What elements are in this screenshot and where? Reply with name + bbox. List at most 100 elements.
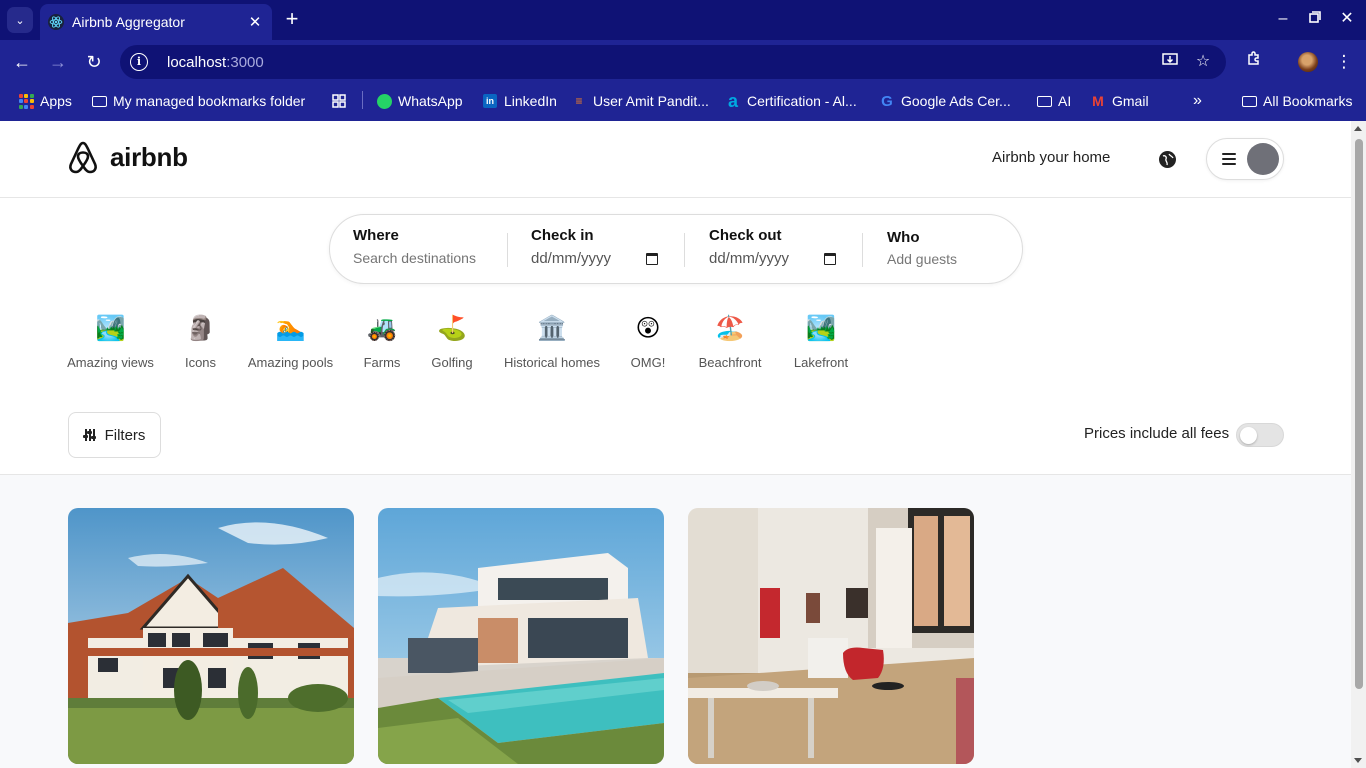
back-icon[interactable]: ← <box>10 51 34 75</box>
linkedin-icon: in <box>482 93 498 109</box>
avatar <box>1247 143 1279 175</box>
site-header: airbnb Airbnb your home <box>0 121 1351 198</box>
golf-flag-icon: ⛳ <box>437 315 467 342</box>
tab-search-button[interactable]: ⌄ <box>7 7 33 33</box>
bookmark-certification[interactable]: a Certification - Al... <box>725 90 857 112</box>
address-bar[interactable]: i localhost:3000 ☆ <box>120 45 1226 79</box>
bookmark-tab-groups[interactable] <box>331 90 353 112</box>
browser-toolbar: ← → ↻ i localhost:3000 ☆ ⋮ <box>0 40 1366 84</box>
new-tab-button[interactable]: + <box>280 8 304 32</box>
install-app-icon[interactable] <box>1160 52 1180 72</box>
folder-icon <box>1036 93 1052 109</box>
category-label: Beachfront <box>698 355 762 370</box>
calendar-icon[interactable] <box>824 252 836 265</box>
tab-title: Airbnb Aggregator <box>72 14 185 30</box>
scroll-down-icon[interactable] <box>1354 758 1362 763</box>
apps-grid-icon <box>18 93 34 109</box>
who-label: Who <box>887 229 920 246</box>
page-scrollbar[interactable] <box>1351 121 1366 768</box>
airbnb-logo[interactable]: airbnb <box>68 141 188 174</box>
bookmark-label: Gmail <box>1112 93 1149 109</box>
checkout-date-input[interactable]: dd/mm/yyyy <box>709 250 836 267</box>
stackoverflow-icon: ≡ <box>575 94 583 108</box>
close-window-icon[interactable]: ✕ <box>1336 8 1358 30</box>
bookmark-label: All Bookmarks <box>1263 93 1353 109</box>
category-label: Amazing views <box>67 355 154 370</box>
category-beachfront[interactable]: 🏖️ Beachfront <box>696 311 764 370</box>
prices-include-fees-toggle[interactable] <box>1236 423 1284 447</box>
astonished-face-icon: 😲 <box>635 315 661 342</box>
extensions-icon[interactable] <box>1243 51 1265 73</box>
category-amazing-pools[interactable]: 🏊 Amazing pools <box>246 311 335 370</box>
minimize-icon[interactable]: – <box>1272 8 1294 30</box>
more-menu-icon[interactable]: ⋮ <box>1333 51 1355 73</box>
whatsapp-icon <box>376 93 392 109</box>
category-amazing-views[interactable]: 🏞️ Amazing views <box>67 311 154 370</box>
user-menu-button[interactable] <box>1206 138 1284 180</box>
bookmark-linkedin[interactable]: in LinkedIn <box>482 90 557 112</box>
category-label: Historical homes <box>503 355 601 370</box>
forward-icon[interactable]: → <box>46 51 70 75</box>
bookmark-managed-folder[interactable]: My managed bookmarks folder <box>91 90 305 112</box>
category-label: Farms <box>363 355 401 370</box>
divider <box>862 233 863 267</box>
page: airbnb Airbnb your home Where Check in d… <box>0 121 1351 768</box>
category-label: Golfing <box>431 355 473 370</box>
category-historical-homes[interactable]: 🏛️ Historical homes <box>503 311 601 370</box>
hamburger-icon <box>1222 153 1236 165</box>
airbnb-logo-icon <box>69 141 97 174</box>
listing-card-image[interactable] <box>378 508 664 764</box>
bookmarks-bar: Apps My managed bookmarks folder WhatsAp… <box>0 84 1366 121</box>
amazing-views-icon: 🏞️ <box>95 315 126 342</box>
category-farms[interactable]: 🚜 Farms <box>362 311 402 370</box>
search-checkout: Check out dd/mm/yyyy <box>709 227 836 267</box>
profile-avatar[interactable] <box>1298 52 1318 72</box>
where-label: Where <box>353 227 399 244</box>
restore-icon[interactable] <box>1304 8 1326 30</box>
checkout-label: Check out <box>709 227 782 244</box>
listing-card-image[interactable] <box>688 508 974 764</box>
search-who[interactable]: Who Add guests <box>887 229 957 267</box>
category-label: Amazing pools <box>247 355 334 370</box>
filters-label: Filters <box>104 426 146 444</box>
prices-include-fees-label: Prices include all fees <box>1084 425 1230 442</box>
chevron-down-icon: ⌄ <box>15 14 25 27</box>
bookmark-stackoverflow[interactable]: ≡ User Amit Pandit... <box>571 90 708 112</box>
moai-icon: 🗿 <box>185 315 216 342</box>
category-label: Icons <box>184 355 217 370</box>
swimmer-icon: 🏊 <box>275 315 306 342</box>
checkin-date-input[interactable]: dd/mm/yyyy <box>531 250 658 267</box>
category-golfing[interactable]: ⛳ Golfing <box>429 311 475 370</box>
category-omg[interactable]: 😲 OMG! <box>628 311 668 370</box>
reload-icon[interactable]: ↻ <box>82 51 106 75</box>
scrollbar-thumb[interactable] <box>1355 139 1363 689</box>
managed-folder-icon <box>91 93 107 109</box>
close-tab-icon[interactable]: ✕ <box>244 13 266 31</box>
category-label: Lakefront <box>793 355 849 370</box>
bookmarks-overflow-button[interactable]: » <box>1193 90 1202 112</box>
category-lakefront[interactable]: 🏞️ Lakefront <box>792 311 850 370</box>
bookmark-apps[interactable]: Apps <box>18 90 72 112</box>
globe-icon[interactable] <box>1159 151 1176 168</box>
listing-card-image[interactable] <box>68 508 354 764</box>
bookmark-ai-folder[interactable]: AI <box>1036 90 1071 112</box>
scroll-up-icon[interactable] <box>1354 126 1362 131</box>
host-your-home-link[interactable]: Airbnb your home <box>992 149 1110 166</box>
google-icon: G <box>881 92 893 110</box>
calendar-icon[interactable] <box>646 252 658 265</box>
filters-button[interactable]: Filters <box>68 412 161 458</box>
destination-input[interactable] <box>353 250 483 266</box>
all-bookmarks-button[interactable]: All Bookmarks <box>1241 90 1352 112</box>
bookmark-gmail[interactable]: M Gmail <box>1090 90 1149 112</box>
classical-building-icon: 🏛️ <box>537 315 567 342</box>
category-icons[interactable]: 🗿 Icons <box>182 311 219 370</box>
bookmark-label: Certification - Al... <box>747 93 857 109</box>
bookmark-google-ads[interactable]: G Google Ads Cer... <box>879 90 1011 112</box>
toggle-knob <box>1240 427 1257 444</box>
site-info-icon[interactable]: i <box>130 53 148 71</box>
divider <box>684 233 685 267</box>
active-tab[interactable]: Airbnb Aggregator ✕ <box>40 4 272 40</box>
bookmark-star-icon[interactable]: ☆ <box>1193 52 1213 72</box>
bookmark-label: Google Ads Cer... <box>901 93 1011 109</box>
bookmark-whatsapp[interactable]: WhatsApp <box>376 90 463 112</box>
